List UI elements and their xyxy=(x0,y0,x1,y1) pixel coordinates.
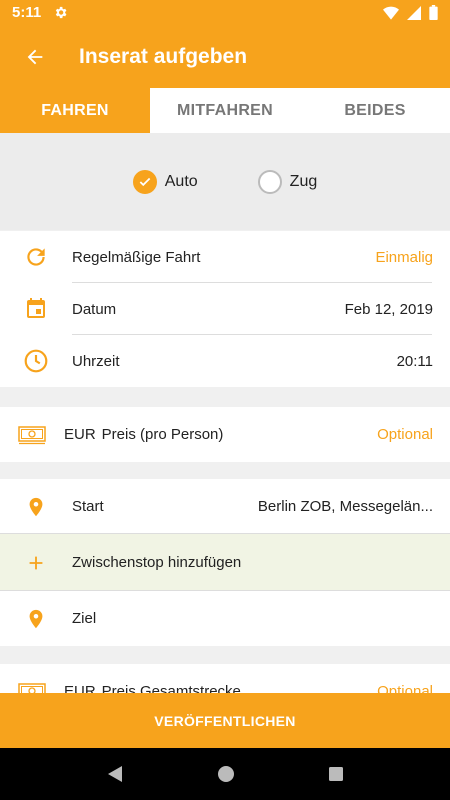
date-value: Feb 12, 2019 xyxy=(344,300,433,318)
price-card: EUR Preis (pro Person) Optional xyxy=(0,407,450,462)
recurring-value: Einmalig xyxy=(375,248,433,266)
price-label: Preis (pro Person) xyxy=(101,426,224,443)
price-value: Optional xyxy=(377,426,433,443)
recurring-label: Regelmäßige Fahrt xyxy=(72,248,201,266)
location-pin-icon xyxy=(29,497,43,516)
tab-fahren[interactable]: FAHREN xyxy=(0,88,150,140)
battery-icon xyxy=(429,5,438,20)
start-label: Start xyxy=(72,498,104,515)
page-title: Inserat aufgeben xyxy=(79,44,248,68)
radio-auto[interactable]: Auto xyxy=(132,169,198,194)
destination-label: Ziel xyxy=(72,610,97,627)
clock-icon xyxy=(24,349,48,373)
nav-recents-icon[interactable] xyxy=(328,766,344,782)
total-price-row[interactable]: EUR Preis Gesamtstrecke Optional xyxy=(0,664,450,694)
status-bar: 5:11 xyxy=(0,0,450,25)
arrow-back-icon xyxy=(27,49,43,64)
price-row[interactable]: EUR Preis (pro Person) Optional xyxy=(0,407,450,462)
radio-unchecked-icon xyxy=(257,169,282,194)
plus-icon xyxy=(29,556,43,569)
money-icon xyxy=(18,425,46,444)
tab-beides[interactable]: BEIDES xyxy=(300,88,450,133)
route-card: Start Berlin ZOB, Messegelän... Zwischen… xyxy=(0,479,450,646)
signal-icon xyxy=(407,5,421,20)
start-value: Berlin ZOB, Messegelän... xyxy=(257,498,433,515)
back-button[interactable] xyxy=(0,25,70,88)
tab-mitfahren[interactable]: MITFAHREN xyxy=(150,88,300,133)
radio-zug[interactable]: Zug xyxy=(257,169,318,194)
radio-zug-label: Zug xyxy=(289,172,318,190)
location-pin-icon xyxy=(29,609,43,628)
date-row[interactable]: Datum Feb 12, 2019 xyxy=(0,283,450,335)
transport-selector: Auto Zug xyxy=(0,133,450,230)
add-stop-label: Zwischenstop hinzufügen xyxy=(72,554,242,571)
refresh-icon xyxy=(27,248,45,266)
price-currency: EUR xyxy=(64,426,96,443)
radio-checked-icon xyxy=(132,169,157,194)
tab-bar: FAHREN MITFAHREN BEIDES xyxy=(0,88,450,140)
total-price-card: EUR Preis Gesamtstrecke Optional xyxy=(0,664,450,694)
gear-icon xyxy=(56,6,67,19)
nav-back-icon[interactable] xyxy=(106,765,124,783)
status-time: 5:11 xyxy=(12,4,42,21)
time-label: Uhrzeit xyxy=(72,352,120,370)
add-stop-row[interactable]: Zwischenstop hinzufügen xyxy=(0,534,450,591)
nav-home-icon[interactable] xyxy=(217,765,235,783)
schedule-card: Regelmäßige Fahrt Einmalig Datum Feb 12,… xyxy=(0,231,450,387)
wifi-icon xyxy=(383,6,399,20)
start-row[interactable]: Start Berlin ZOB, Messegelän... xyxy=(0,479,450,534)
recurring-row[interactable]: Regelmäßige Fahrt Einmalig xyxy=(0,231,450,283)
date-label: Datum xyxy=(72,300,117,318)
app-bar: Inserat aufgeben xyxy=(0,25,450,88)
time-row[interactable]: Uhrzeit 20:11 xyxy=(0,335,450,387)
calendar-icon xyxy=(27,298,45,318)
check-icon xyxy=(139,177,151,186)
publish-button[interactable]: VERÖFFENTLICHEN xyxy=(0,693,450,748)
system-nav-bar xyxy=(0,748,450,800)
time-value: 20:11 xyxy=(396,352,433,370)
radio-auto-label: Auto xyxy=(164,172,198,190)
destination-row[interactable]: Ziel xyxy=(0,591,450,646)
